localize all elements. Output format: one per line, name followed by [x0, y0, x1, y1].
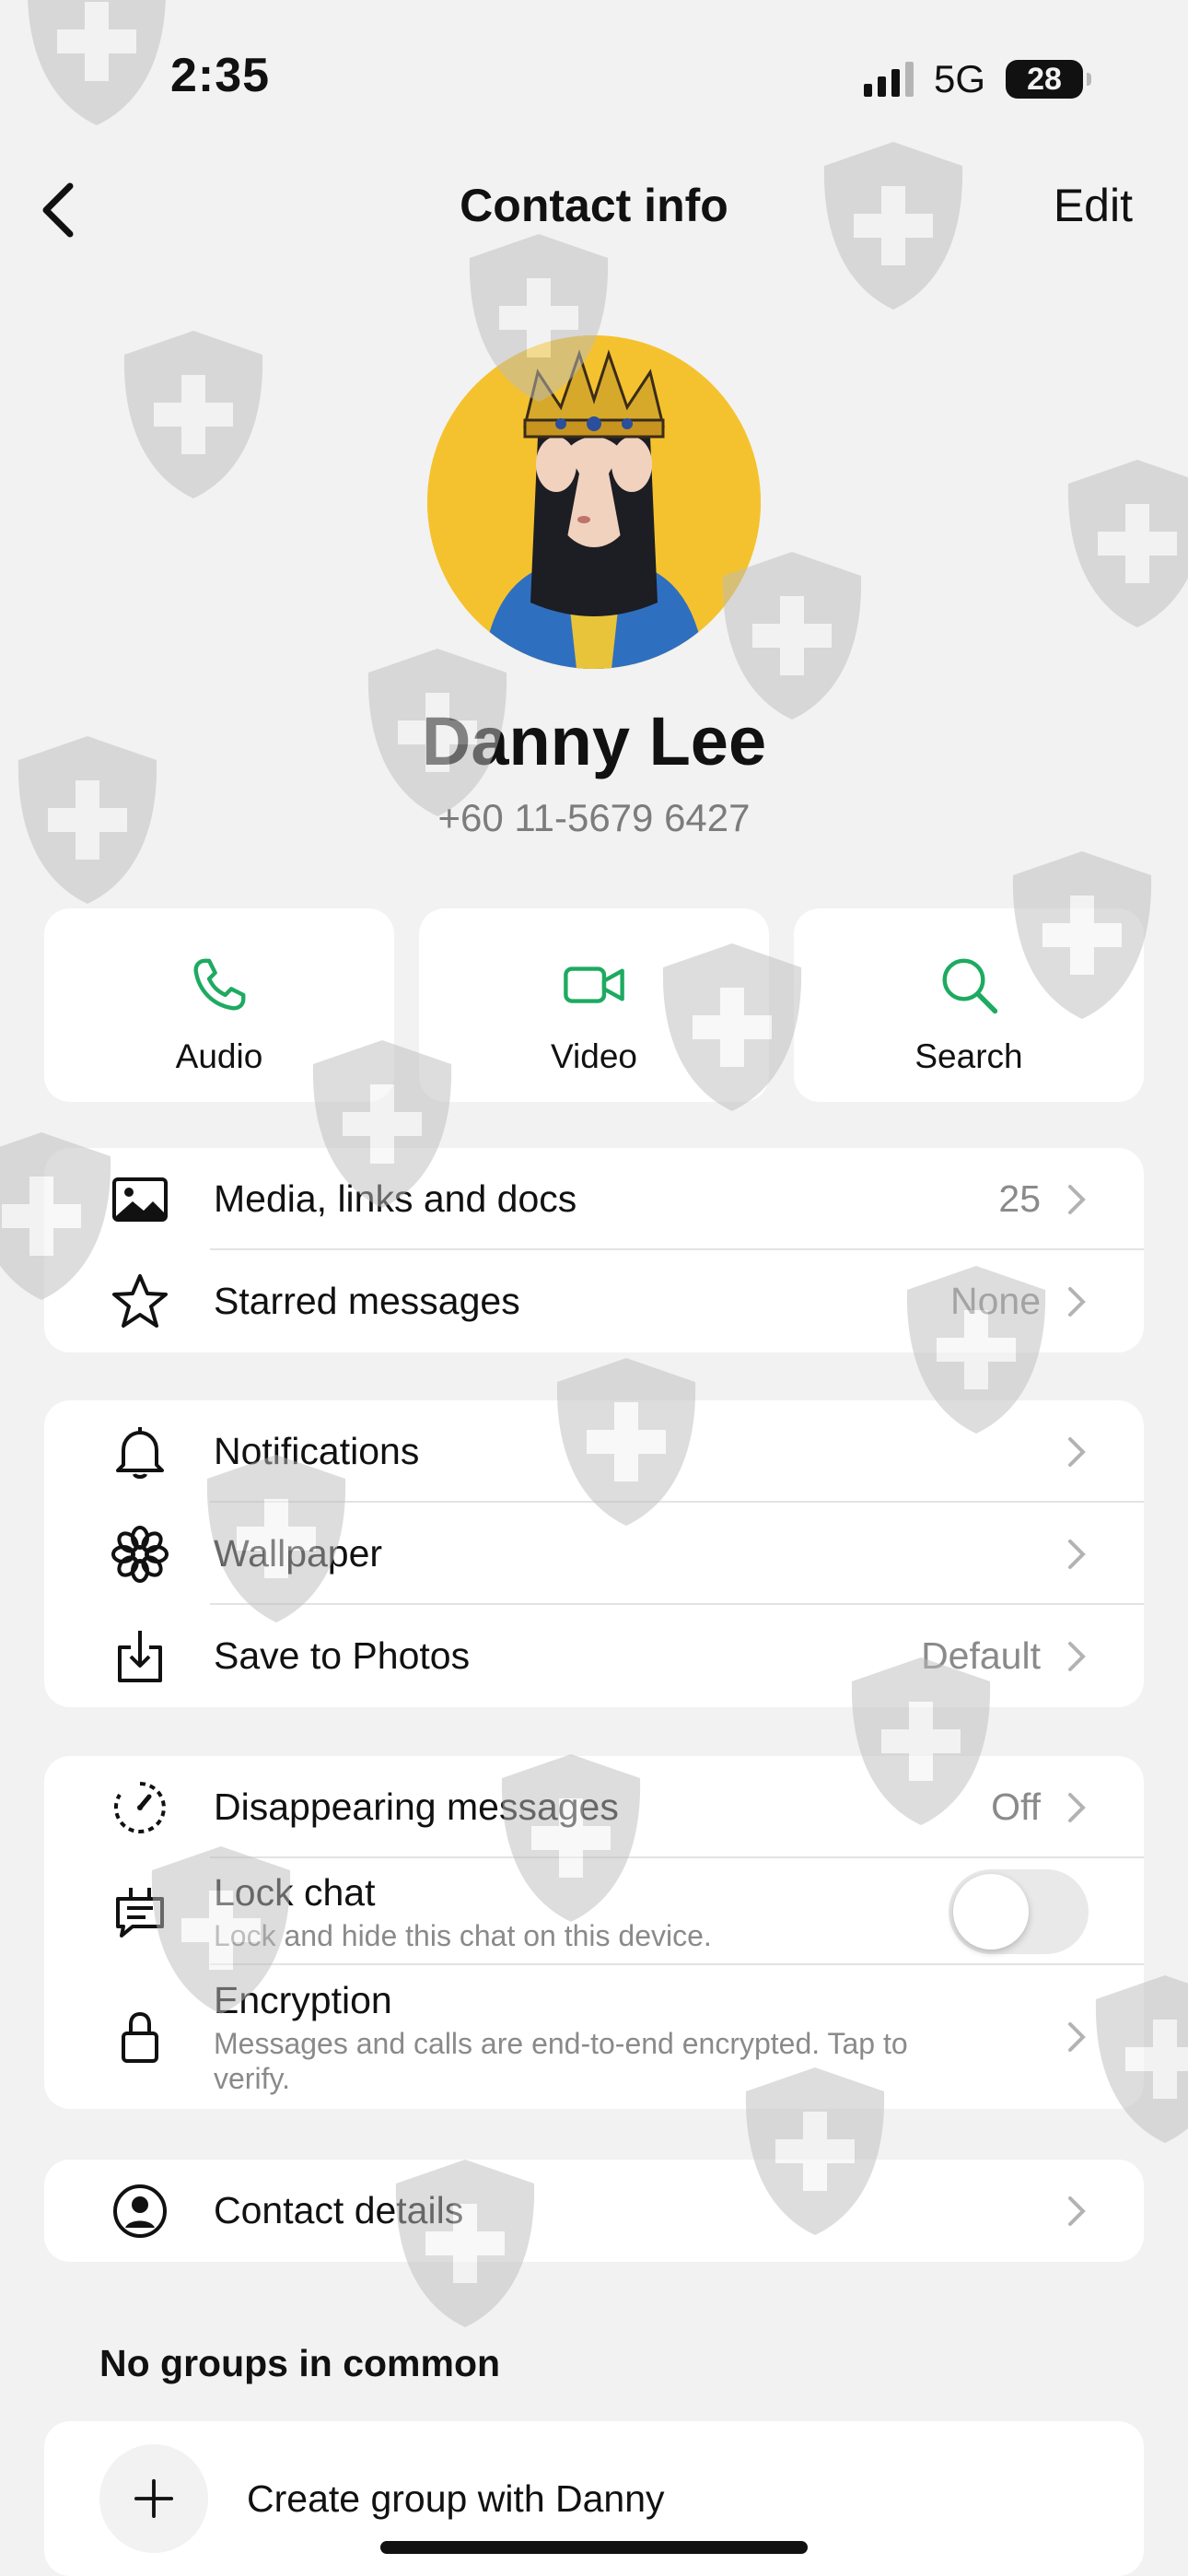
- status-time: 2:35: [170, 49, 271, 102]
- row-label: Save to Photos: [214, 1634, 471, 1677]
- search-icon: [942, 958, 998, 1014]
- shield-watermark-icon: [654, 940, 810, 1115]
- shield-watermark-icon: [198, 1451, 355, 1626]
- row-label: Starred messages: [214, 1280, 520, 1322]
- media-links-docs-row[interactable]: Media, links and docs 25: [44, 1148, 1144, 1250]
- shield-watermark-icon: [1087, 1972, 1188, 2147]
- action-label: Video: [551, 1037, 637, 1075]
- shield-watermark-icon: [737, 2064, 893, 2239]
- shield-watermark-icon: [548, 1354, 705, 1529]
- contact-details-card: Contact details: [44, 2160, 1144, 2262]
- chevron-right-icon: [1066, 2195, 1087, 2228]
- flower-icon: [103, 1517, 177, 1591]
- cellular-signal-icon: [863, 62, 914, 97]
- shield-watermark-icon: [815, 138, 972, 313]
- person-circle-icon: [103, 2174, 177, 2248]
- chevron-right-icon: [1066, 1183, 1087, 1216]
- row-label: Create group with Danny: [247, 2476, 665, 2520]
- row-label: Contact details: [214, 2189, 464, 2231]
- action-label: Audio: [175, 1037, 263, 1075]
- shield-watermark-icon: [1059, 456, 1188, 631]
- home-indicator[interactable]: [380, 2541, 808, 2554]
- shield-watermark-icon: [1004, 848, 1160, 1023]
- chevron-right-icon: [1066, 1538, 1087, 1571]
- chevron-right-icon: [1066, 2020, 1087, 2054]
- bell-icon: [103, 1415, 177, 1489]
- shield-watermark-icon: [714, 548, 870, 723]
- shield-watermark-icon: [493, 1751, 649, 1926]
- network-type: 5G: [933, 57, 985, 100]
- shield-watermark-icon: [115, 327, 272, 502]
- chevron-right-icon: [1066, 1435, 1087, 1469]
- shield-watermark-icon: [9, 732, 166, 907]
- status-indicators: 5G 28: [863, 57, 1091, 101]
- shield-watermark-icon: [304, 1036, 460, 1212]
- shield-watermark-icon: [387, 2156, 543, 2331]
- row-label: Encryption: [214, 1978, 392, 2021]
- battery-level: 28: [1027, 61, 1062, 97]
- contact-details-row[interactable]: Contact details: [44, 2160, 1144, 2262]
- shield-watermark-icon: [143, 1843, 299, 2018]
- download-icon: [103, 1620, 177, 1693]
- plus-icon: [99, 2444, 208, 2553]
- video-icon: [564, 966, 624, 1003]
- action-label: Search: [914, 1037, 1023, 1075]
- chevron-right-icon: [1066, 1285, 1087, 1318]
- lock-chat-toggle[interactable]: [949, 1869, 1089, 1954]
- timer-icon: [103, 1771, 177, 1844]
- shield-watermark-icon: [359, 645, 516, 820]
- shield-watermark-icon: [843, 1654, 999, 1829]
- page-title: Contact info: [460, 180, 728, 231]
- contact-name: Danny Lee: [421, 703, 767, 779]
- groups-heading: No groups in common: [99, 2342, 501, 2384]
- shield-watermark-icon: [460, 230, 617, 405]
- shield-watermark-icon: [18, 0, 175, 129]
- media-count: 25: [998, 1177, 1041, 1220]
- shield-watermark-icon: [0, 1129, 120, 1304]
- chevron-right-icon: [1066, 1791, 1087, 1824]
- shield-watermark-icon: [898, 1262, 1054, 1437]
- battery-icon: 28: [1006, 60, 1091, 99]
- contact-phone: +60 11-5679 6427: [437, 796, 751, 839]
- edit-button[interactable]: Edit: [1054, 179, 1133, 232]
- phone-icon: [193, 958, 246, 1011]
- chevron-right-icon: [1066, 1640, 1087, 1673]
